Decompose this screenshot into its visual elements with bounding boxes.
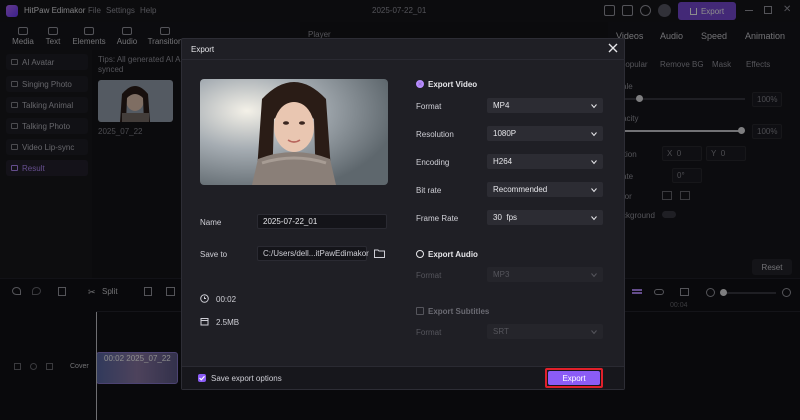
format-value: MP4 xyxy=(493,101,510,110)
chevron-down-icon xyxy=(591,159,597,164)
bitrate-label: Bit rate xyxy=(416,186,442,195)
chevron-down-icon xyxy=(591,103,597,108)
bitrate-value: Recommended xyxy=(493,185,548,194)
export-button[interactable]: Export xyxy=(548,371,600,385)
resolution-select[interactable]: 1080P xyxy=(487,126,603,141)
subtitle-format-select[interactable]: SRT xyxy=(487,324,603,339)
framerate-select[interactable]: 30 fps xyxy=(487,210,603,225)
chevron-down-icon xyxy=(591,329,597,334)
encoding-label: Encoding xyxy=(416,158,450,167)
encoding-value: H264 xyxy=(493,157,513,166)
framerate-value: 30 fps xyxy=(493,213,518,222)
subtitle-format-label: Format xyxy=(416,328,442,337)
resolution-value: 1080P xyxy=(493,129,517,138)
save-export-options-label: Save export options xyxy=(211,374,282,383)
export-dialog-title: Export xyxy=(191,45,215,54)
chevron-down-icon xyxy=(591,272,597,277)
close-icon[interactable] xyxy=(607,42,619,54)
file-size-value: 2.5MB xyxy=(216,318,240,327)
file-size-icon xyxy=(200,317,209,326)
framerate-label: Frame Rate xyxy=(416,214,459,223)
duration-value: 00:02 xyxy=(216,295,237,304)
export-subtitles-label: Export Subtitles xyxy=(428,307,490,316)
audio-format-label: Format xyxy=(416,271,442,280)
save-to-path[interactable]: C:/Users/dell...itPawEdimakor xyxy=(257,246,369,261)
name-label: Name xyxy=(200,218,222,227)
export-video-label: Export Video xyxy=(428,80,478,89)
bitrate-select[interactable]: Recommended xyxy=(487,182,603,197)
audio-format-value: MP3 xyxy=(493,270,510,279)
chevron-down-icon xyxy=(591,131,597,136)
audio-format-select[interactable]: MP3 xyxy=(487,267,603,282)
dialog-divider xyxy=(181,59,625,60)
format-label: Format xyxy=(416,102,442,111)
save-to-label: Save to xyxy=(200,250,228,259)
export-subtitles-checkbox[interactable] xyxy=(416,307,424,315)
name-input[interactable]: 2025-07-22_01 xyxy=(257,214,387,229)
subtitle-format-value: SRT xyxy=(493,327,509,336)
save-export-options-checkbox[interactable] xyxy=(198,374,206,382)
export-audio-radio[interactable] xyxy=(416,250,424,258)
resolution-label: Resolution xyxy=(416,130,454,139)
format-select[interactable]: MP4 xyxy=(487,98,603,113)
encoding-select[interactable]: H264 xyxy=(487,154,603,169)
export-video-radio[interactable] xyxy=(416,80,424,88)
chevron-down-icon xyxy=(591,187,597,192)
export-preview-image xyxy=(200,79,388,185)
folder-icon[interactable] xyxy=(374,249,385,258)
clock-icon xyxy=(200,294,209,303)
chevron-down-icon xyxy=(591,215,597,220)
export-audio-label: Export Audio xyxy=(428,250,478,259)
